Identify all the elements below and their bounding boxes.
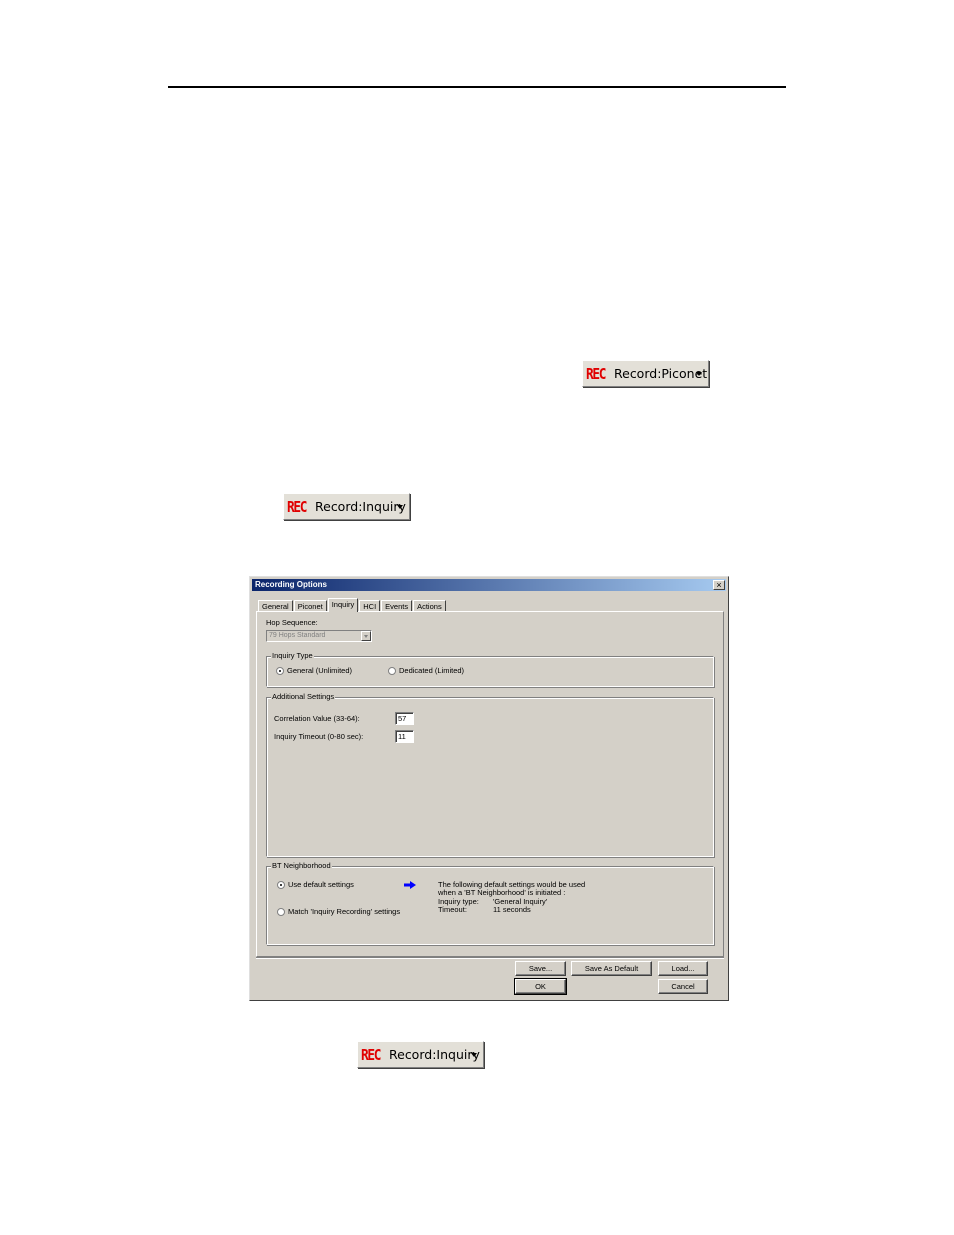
- dialog-title: Recording Options: [255, 580, 327, 589]
- ok-button[interactable]: OK: [514, 978, 567, 995]
- dialog-titlebar[interactable]: Recording Options ×: [252, 579, 726, 591]
- rec-icon: REC: [586, 364, 606, 383]
- inquiry-type-legend: Inquiry Type: [271, 651, 314, 660]
- chevron-down-icon[interactable]: [397, 505, 403, 509]
- chevron-down-icon[interactable]: [361, 631, 371, 641]
- radio-match-inquiry-settings[interactable]: [277, 908, 285, 916]
- rec-icon: REC: [361, 1045, 381, 1064]
- additional-settings-legend: Additional Settings: [271, 692, 336, 701]
- arrow-right-icon: [404, 881, 416, 889]
- load-button[interactable]: Load...: [658, 961, 708, 976]
- inquiry-timeout-input[interactable]: 11: [395, 730, 414, 743]
- tab-inquiry[interactable]: Inquiry: [327, 598, 359, 612]
- chevron-down-icon[interactable]: [696, 372, 702, 376]
- match-inquiry-settings-label[interactable]: Match 'Inquiry Recording' settings: [288, 907, 400, 916]
- chevron-down-icon[interactable]: [471, 1053, 477, 1057]
- record-piconet-label: Record:Piconet: [614, 366, 708, 381]
- dedicated-limited-label[interactable]: Dedicated (Limited): [399, 666, 464, 675]
- header-rule: [168, 86, 786, 88]
- bt-neighborhood-legend: BT Neighborhood: [271, 861, 332, 870]
- recording-options-dialog: Recording Options × General Piconet Inqu…: [249, 576, 729, 1001]
- record-piconet-button[interactable]: REC Record:Piconet: [582, 360, 709, 387]
- bt-info-line-2: when a 'BT Neighborhood' is initiated :: [438, 888, 566, 897]
- correlation-value-label: Correlation Value (33-64):: [274, 714, 360, 723]
- record-inquiry-label: Record:Inquiry: [315, 499, 406, 514]
- additional-settings-group: Additional Settings Correlation Value (3…: [266, 692, 714, 857]
- bt-timeout-value: 11 seconds: [493, 905, 531, 914]
- radio-use-default-settings[interactable]: [277, 881, 285, 889]
- record-inquiry-button[interactable]: REC Record:Inquiry: [357, 1041, 484, 1068]
- inquiry-tab-panel: Hop Sequence: 79 Hops Standard Inquiry T…: [256, 611, 724, 957]
- rec-icon: REC: [287, 497, 307, 516]
- cancel-button[interactable]: Cancel: [658, 979, 708, 994]
- hop-sequence-label: Hop Sequence:: [266, 618, 318, 627]
- radio-dedicated-limited[interactable]: [388, 667, 396, 675]
- record-inquiry-label: Record:Inquiry: [389, 1047, 480, 1062]
- close-icon[interactable]: ×: [713, 580, 725, 590]
- save-as-default-button[interactable]: Save As Default: [571, 961, 652, 976]
- hop-sequence-value: 79 Hops Standard: [269, 632, 326, 639]
- radio-general-unlimited[interactable]: [276, 667, 284, 675]
- correlation-value-input[interactable]: 57: [395, 712, 414, 725]
- use-default-settings-label[interactable]: Use default settings: [288, 880, 354, 889]
- button-separator: [256, 957, 724, 959]
- tab-strip: General Piconet Inquiry HCI Events Actio…: [258, 598, 447, 612]
- bt-timeout-label: Timeout:: [438, 905, 467, 914]
- record-inquiry-button[interactable]: REC Record:Inquiry: [283, 493, 410, 520]
- general-unlimited-label[interactable]: General (Unlimited): [287, 666, 352, 675]
- bt-neighborhood-group: BT Neighborhood Use default settings Mat…: [266, 861, 714, 945]
- save-button[interactable]: Save...: [515, 961, 566, 976]
- inquiry-type-group: Inquiry Type General (Unlimited) Dedicat…: [266, 651, 714, 687]
- hop-sequence-select[interactable]: 79 Hops Standard: [266, 630, 372, 642]
- inquiry-timeout-label: Inquiry Timeout (0-80 sec):: [274, 732, 364, 741]
